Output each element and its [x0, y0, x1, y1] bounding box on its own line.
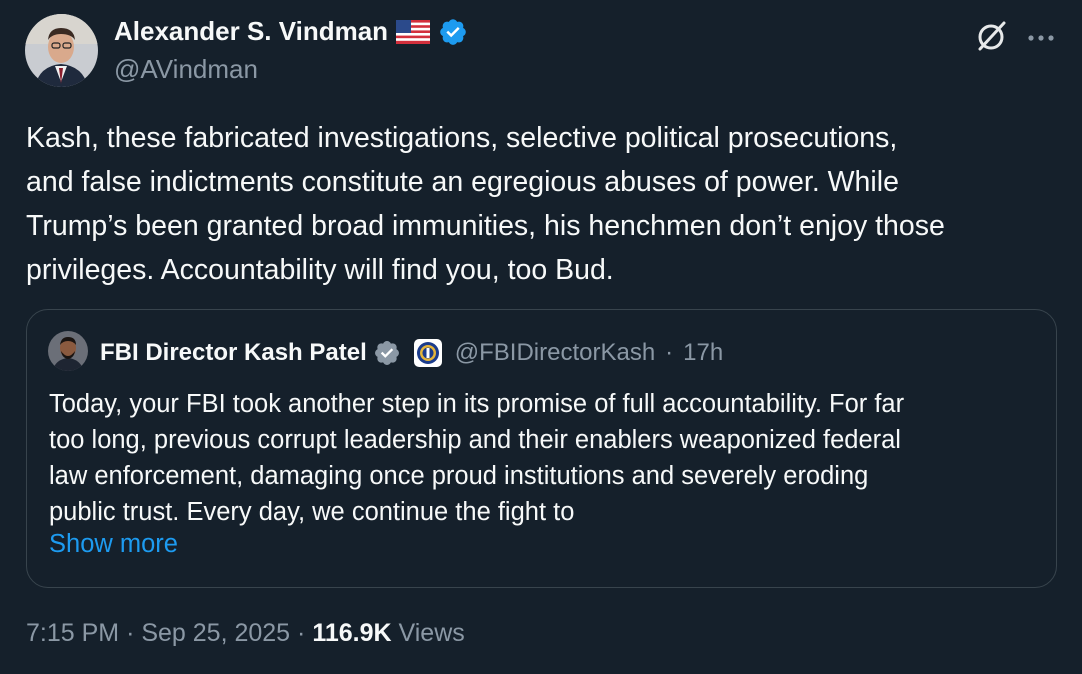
views-label: Views — [398, 619, 465, 647]
author-name[interactable]: Alexander S. Vindman — [114, 16, 388, 47]
gray-verified-badge-icon[interactable] — [373, 339, 401, 367]
author-avatar[interactable] — [25, 14, 98, 87]
separator-dot: · — [297, 619, 306, 647]
quoted-text-line: Today, your FBI took another step in its… — [49, 390, 905, 418]
tweet-text: Kash, these fabricated investigations, s… — [26, 116, 1066, 292]
tweet-metadata: 7:15 PM · Sep 25, 2025 · 116.9K Views — [26, 619, 465, 648]
quoted-text-line: public trust. Every day, we continue the… — [49, 498, 575, 526]
tweet-text-line: privileges. Accountability will find you… — [26, 254, 614, 286]
show-more-link[interactable]: Show more — [49, 530, 178, 559]
quoted-author-avatar[interactable] — [48, 331, 88, 371]
quoted-handle[interactable]: @FBIDirectorKash — [455, 339, 655, 367]
quoted-author-name[interactable]: FBI Director Kash Patel — [100, 339, 367, 367]
quoted-time[interactable]: 17h — [683, 339, 723, 367]
verified-badge-icon[interactable] — [438, 17, 468, 47]
post-time[interactable]: 7:15 PM — [26, 619, 119, 647]
quoted-tweet[interactable]: FBI Director Kash Patel @FBIDirectorKash… — [26, 309, 1057, 588]
separator-dot: · — [126, 619, 135, 647]
tweet-text-line: Trump’s been granted broad immunities, h… — [26, 210, 945, 242]
quoted-text-line: too long, previous corrupt leadership an… — [49, 426, 901, 454]
separator-dot: · — [665, 339, 674, 366]
author-line: Alexander S. Vindman — [114, 16, 468, 47]
grok-icon[interactable] — [973, 18, 1009, 54]
quoted-header: FBI Director Kash Patel @FBIDirectorKash… — [100, 338, 723, 368]
author-handle[interactable]: @AVindman — [114, 54, 258, 85]
views-count[interactable]: 116.9K — [312, 619, 391, 647]
tweet: Alexander S. Vindman @AVindman Kash, the… — [0, 0, 1082, 674]
tweet-text-line: Kash, these fabricated investigations, s… — [26, 122, 898, 154]
more-options-icon[interactable] — [1026, 30, 1056, 41]
quoted-text-line: law enforcement, damaging once proud ins… — [49, 462, 869, 490]
fbi-seal-icon[interactable] — [413, 338, 443, 368]
tweet-text-line: and false indictments constitute an egre… — [26, 166, 899, 198]
quoted-text: Today, your FBI took another step in its… — [49, 386, 1039, 530]
us-flag-icon — [396, 19, 431, 44]
post-date[interactable]: Sep 25, 2025 — [141, 619, 290, 647]
